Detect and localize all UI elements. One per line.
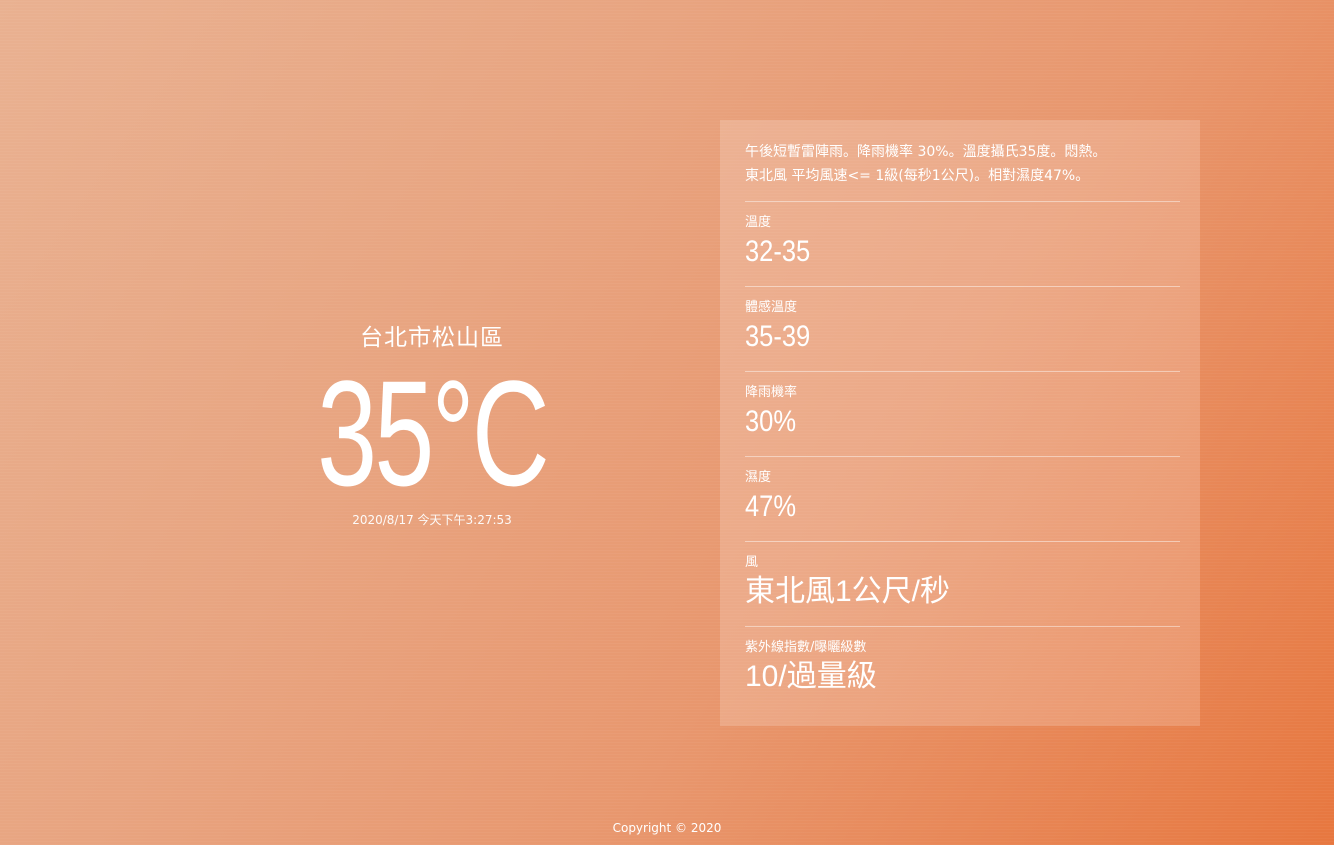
detail-value: 47% <box>745 490 797 523</box>
detail-row-humidity: 濕度 47% <box>745 457 1180 542</box>
detail-label: 降雨機率 <box>745 385 798 400</box>
summary-line-2: 東北風 平均風速<= 1級(每秒1公尺)。相對濕度47%。 <box>745 168 1090 184</box>
current-datetime: 2020/8/17 今天下午3:27:53 <box>352 513 512 527</box>
detail-value: 35-39 <box>745 320 811 353</box>
summary-line-1: 午後短暫雷陣雨。降雨機率 30%。溫度攝氏35度。悶熱。 <box>745 144 1107 160</box>
detail-label: 溫度 <box>745 215 772 230</box>
forecast-panel: 午後短暫雷陣雨。降雨機率 30%。溫度攝氏35度。悶熱。 東北風 平均風速<= … <box>720 120 1200 726</box>
forecast-summary: 午後短暫雷陣雨。降雨機率 30%。溫度攝氏35度。悶熱。 東北風 平均風速<= … <box>745 120 1180 202</box>
detail-value: 32-35 <box>745 235 811 268</box>
detail-label: 體感溫度 <box>745 300 798 315</box>
detail-value: 30% <box>745 405 797 438</box>
detail-value: 東北風1公尺/秒 <box>745 575 951 608</box>
detail-row-temperature: 溫度 32-35 <box>745 202 1180 287</box>
current-weather: 台北市松山區 35°C 2020/8/17 今天下午3:27:53 <box>262 318 602 528</box>
detail-label: 濕度 <box>745 470 772 485</box>
detail-label: 紫外線指數/曝曬級數 <box>745 640 867 655</box>
copyright-footer: Copyright © 2020 <box>612 821 722 835</box>
detail-label: 風 <box>745 555 759 570</box>
detail-value: 10/過量級 <box>745 660 877 693</box>
detail-row-uv-index: 紫外線指數/曝曬級數 10/過量級 <box>745 627 1180 712</box>
detail-row-feels-like: 體感溫度 35-39 <box>745 287 1180 372</box>
detail-row-rain-chance: 降雨機率 30% <box>745 372 1180 457</box>
detail-row-wind: 風 東北風1公尺/秒 <box>745 542 1180 627</box>
current-temperature: 35°C <box>317 349 550 517</box>
